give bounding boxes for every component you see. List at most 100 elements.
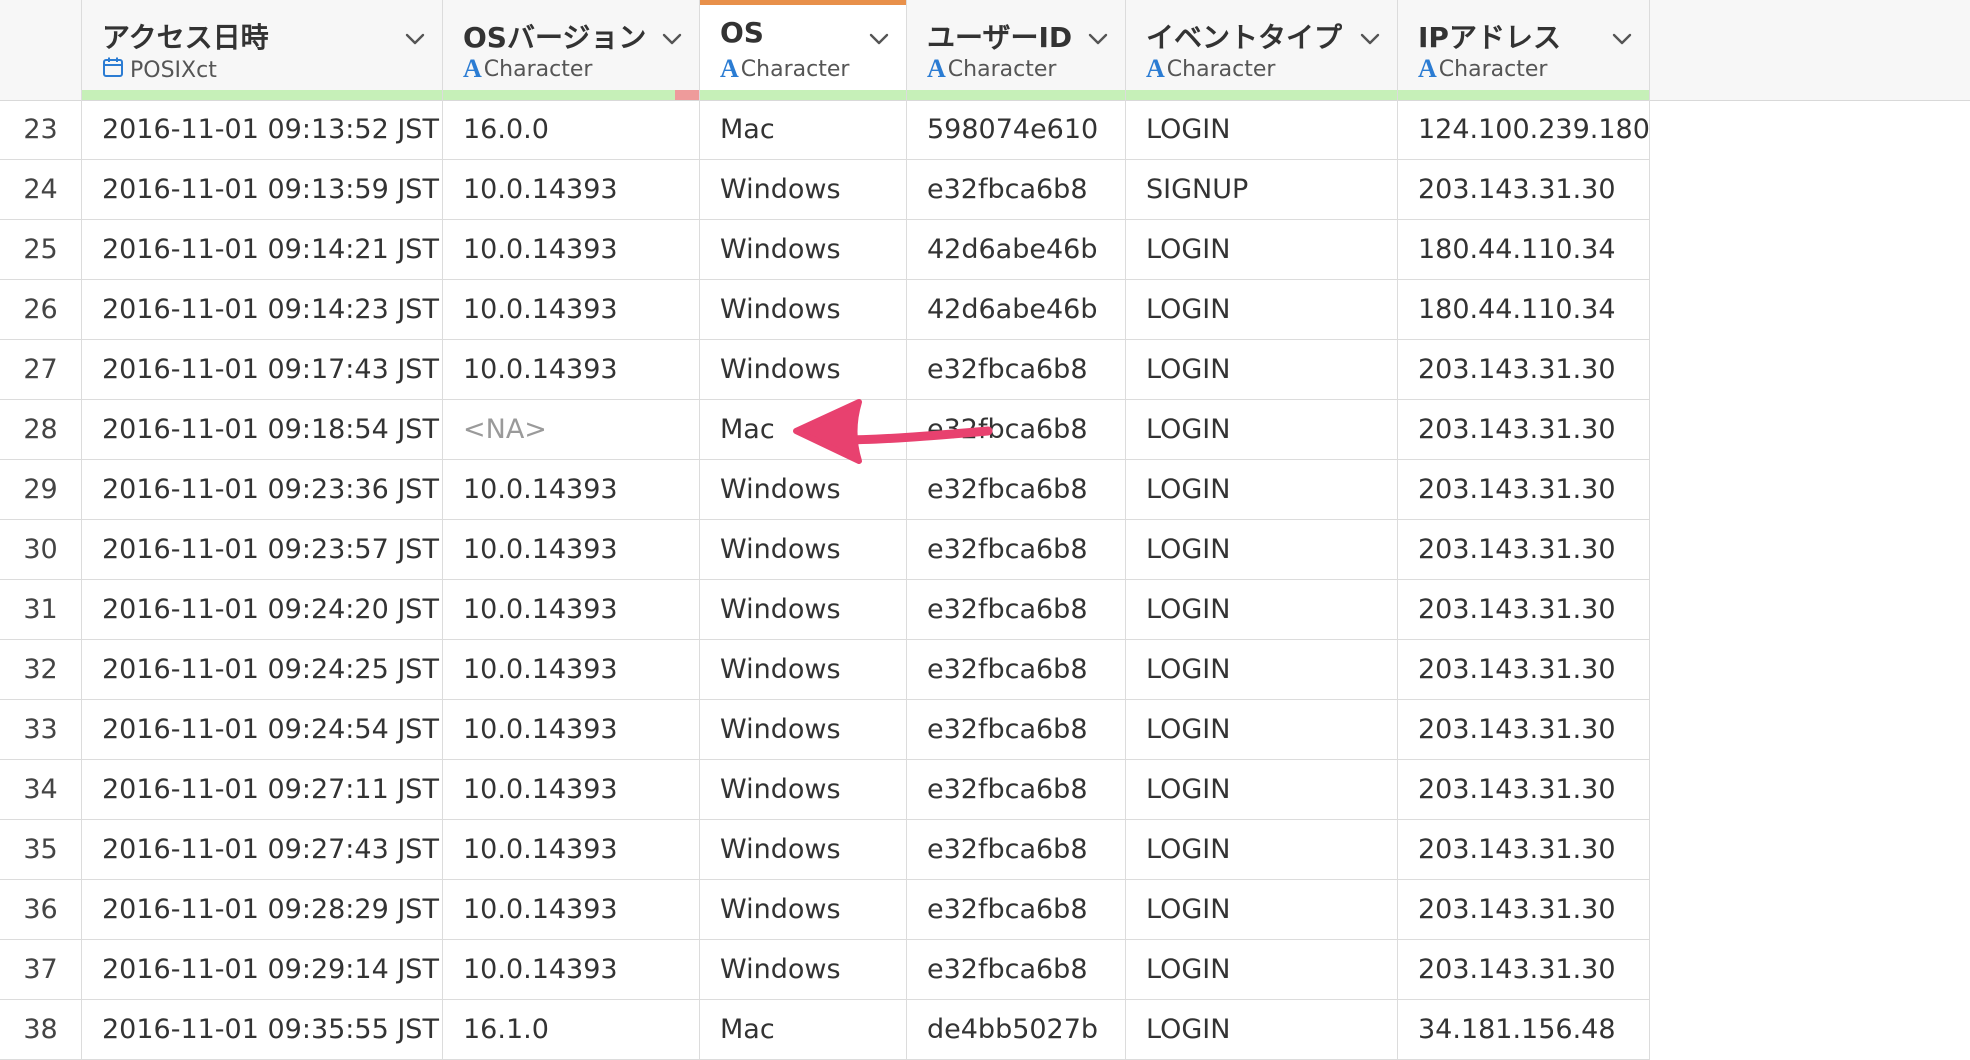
cell-col-3[interactable]: e32fbca6b8 [907,640,1126,700]
cell-col-1[interactable]: 16.0.0 [443,100,700,160]
cell-col-2[interactable]: Windows [700,820,907,880]
table-row[interactable]: 32 2016-11-01 09:24:25 JST 10.0.14393 Windo… [0,640,1650,700]
cell-col-3[interactable]: 42d6abe46b [907,280,1126,340]
cell-col-5[interactable]: 203.143.31.30 [1398,400,1650,460]
cell-col-5[interactable]: 203.143.31.30 [1398,880,1650,940]
column-header-3[interactable]: ユーザーID A Character [907,0,1126,100]
column-header-2[interactable]: OS A Character [700,0,907,100]
cell-col-4[interactable]: LOGIN [1126,820,1398,880]
cell-col-4[interactable]: LOGIN [1126,640,1398,700]
cell-col-3[interactable]: e32fbca6b8 [907,520,1126,580]
cell-col-3[interactable]: e32fbca6b8 [907,700,1126,760]
cell-access-datetime[interactable]: 2016-11-01 09:27:43 JST [82,820,443,880]
cell-col-5[interactable]: 203.143.31.30 [1398,940,1650,1000]
table-row[interactable]: 25 2016-11-01 09:14:21 JST 10.0.14393 Windo… [0,220,1650,280]
cell-col-2[interactable]: Windows [700,520,907,580]
cell-col-2[interactable]: Windows [700,280,907,340]
cell-access-datetime[interactable]: 2016-11-01 09:35:55 JST [82,1000,443,1060]
cell-access-datetime[interactable]: 2016-11-01 09:14:21 JST [82,220,443,280]
chevron-down-icon[interactable] [1609,26,1635,52]
cell-access-datetime[interactable]: 2016-11-01 09:24:54 JST [82,700,443,760]
cell-col-5[interactable]: 124.100.239.180 [1398,100,1650,160]
cell-col-2[interactable]: Windows [700,340,907,400]
cell-access-datetime[interactable]: 2016-11-01 09:24:20 JST [82,580,443,640]
cell-col-1[interactable]: 10.0.14393 [443,520,700,580]
cell-col-1[interactable]: 10.0.14393 [443,460,700,520]
table-row[interactable]: 38 2016-11-01 09:35:55 JST 16.1.0 Mac de4bb5… [0,1000,1650,1060]
cell-col-4[interactable]: LOGIN [1126,460,1398,520]
cell-col-3[interactable]: 598074e610 [907,100,1126,160]
cell-col-3[interactable]: e32fbca6b8 [907,160,1126,220]
table-row[interactable]: 36 2016-11-01 09:28:29 JST 10.0.14393 Windo… [0,880,1650,940]
cell-col-4[interactable]: LOGIN [1126,400,1398,460]
cell-col-5[interactable]: 203.143.31.30 [1398,340,1650,400]
cell-col-4[interactable]: LOGIN [1126,1000,1398,1060]
cell-col-2[interactable]: Windows [700,700,907,760]
cell-col-4[interactable]: LOGIN [1126,880,1398,940]
cell-col-5[interactable]: 203.143.31.30 [1398,520,1650,580]
cell-access-datetime[interactable]: 2016-11-01 09:13:59 JST [82,160,443,220]
cell-col-4[interactable]: LOGIN [1126,760,1398,820]
cell-col-5[interactable]: 203.143.31.30 [1398,640,1650,700]
cell-col-2[interactable]: Windows [700,220,907,280]
cell-access-datetime[interactable]: 2016-11-01 09:23:57 JST [82,520,443,580]
cell-col-5[interactable]: 203.143.31.30 [1398,160,1650,220]
cell-col-4[interactable]: LOGIN [1126,700,1398,760]
cell-access-datetime[interactable]: 2016-11-01 09:13:52 JST [82,100,443,160]
cell-access-datetime[interactable]: 2016-11-01 09:18:54 JST [82,400,443,460]
cell-col-4[interactable]: LOGIN [1126,220,1398,280]
table-row[interactable]: 37 2016-11-01 09:29:14 JST 10.0.14393 Windo… [0,940,1650,1000]
cell-col-5[interactable]: 180.44.110.34 [1398,220,1650,280]
cell-col-5[interactable]: 34.181.156.48 [1398,1000,1650,1060]
cell-col-1[interactable]: 10.0.14393 [443,880,700,940]
cell-col-4[interactable]: LOGIN [1126,280,1398,340]
table-row[interactable]: 27 2016-11-01 09:17:43 JST 10.0.14393 Windo… [0,340,1650,400]
cell-access-datetime[interactable]: 2016-11-01 09:27:11 JST [82,760,443,820]
cell-col-4[interactable]: LOGIN [1126,520,1398,580]
column-header-1[interactable]: OSバージョン A Character [443,0,700,100]
cell-col-5[interactable]: 203.143.31.30 [1398,760,1650,820]
table-row[interactable]: 28 2016-11-01 09:18:54 JST <NA> Mac e32fbca6… [0,400,1650,460]
cell-col-2[interactable]: Windows [700,760,907,820]
cell-col-4[interactable]: LOGIN [1126,340,1398,400]
cell-access-datetime[interactable]: 2016-11-01 09:28:29 JST [82,880,443,940]
chevron-down-icon[interactable] [866,26,892,52]
cell-col-2[interactable]: Windows [700,460,907,520]
cell-col-1[interactable]: 10.0.14393 [443,760,700,820]
cell-col-1[interactable]: 10.0.14393 [443,640,700,700]
cell-col-3[interactable]: e32fbca6b8 [907,400,1126,460]
cell-col-3[interactable]: e32fbca6b8 [907,880,1126,940]
cell-col-2[interactable]: Windows [700,880,907,940]
cell-col-4[interactable]: SIGNUP [1126,160,1398,220]
cell-col-3[interactable]: e32fbca6b8 [907,340,1126,400]
table-row[interactable]: 31 2016-11-01 09:24:20 JST 10.0.14393 Windo… [0,580,1650,640]
cell-col-3[interactable]: e32fbca6b8 [907,820,1126,880]
cell-col-1[interactable]: 10.0.14393 [443,700,700,760]
cell-col-3[interactable]: de4bb5027b [907,1000,1126,1060]
cell-col-1[interactable]: 10.0.14393 [443,580,700,640]
cell-col-5[interactable]: 203.143.31.30 [1398,460,1650,520]
column-header-5[interactable]: IPアドレス A Character [1398,0,1650,100]
cell-access-datetime[interactable]: 2016-11-01 09:23:36 JST [82,460,443,520]
cell-col-2[interactable]: Windows [700,160,907,220]
cell-col-5[interactable]: 203.143.31.30 [1398,700,1650,760]
cell-col-2[interactable]: Windows [700,940,907,1000]
column-header-4[interactable]: イベントタイプ A Character [1126,0,1398,100]
table-row[interactable]: 29 2016-11-01 09:23:36 JST 10.0.14393 Windo… [0,460,1650,520]
cell-col-2[interactable]: Mac [700,1000,907,1060]
cell-col-3[interactable]: e32fbca6b8 [907,940,1126,1000]
cell-col-1[interactable]: 10.0.14393 [443,820,700,880]
cell-col-1[interactable]: 10.0.14393 [443,220,700,280]
table-row[interactable]: 24 2016-11-01 09:13:59 JST 10.0.14393 Windo… [0,160,1650,220]
table-row[interactable]: 30 2016-11-01 09:23:57 JST 10.0.14393 Windo… [0,520,1650,580]
cell-col-1[interactable]: 16.1.0 [443,1000,700,1060]
cell-col-1[interactable]: 10.0.14393 [443,340,700,400]
cell-col-1[interactable]: <NA> [443,400,700,460]
cell-col-2[interactable]: Windows [700,640,907,700]
cell-col-3[interactable]: e32fbca6b8 [907,580,1126,640]
cell-col-2[interactable]: Mac [700,400,907,460]
cell-col-1[interactable]: 10.0.14393 [443,160,700,220]
cell-access-datetime[interactable]: 2016-11-01 09:29:14 JST [82,940,443,1000]
cell-col-3[interactable]: e32fbca6b8 [907,460,1126,520]
chevron-down-icon[interactable] [659,26,685,52]
